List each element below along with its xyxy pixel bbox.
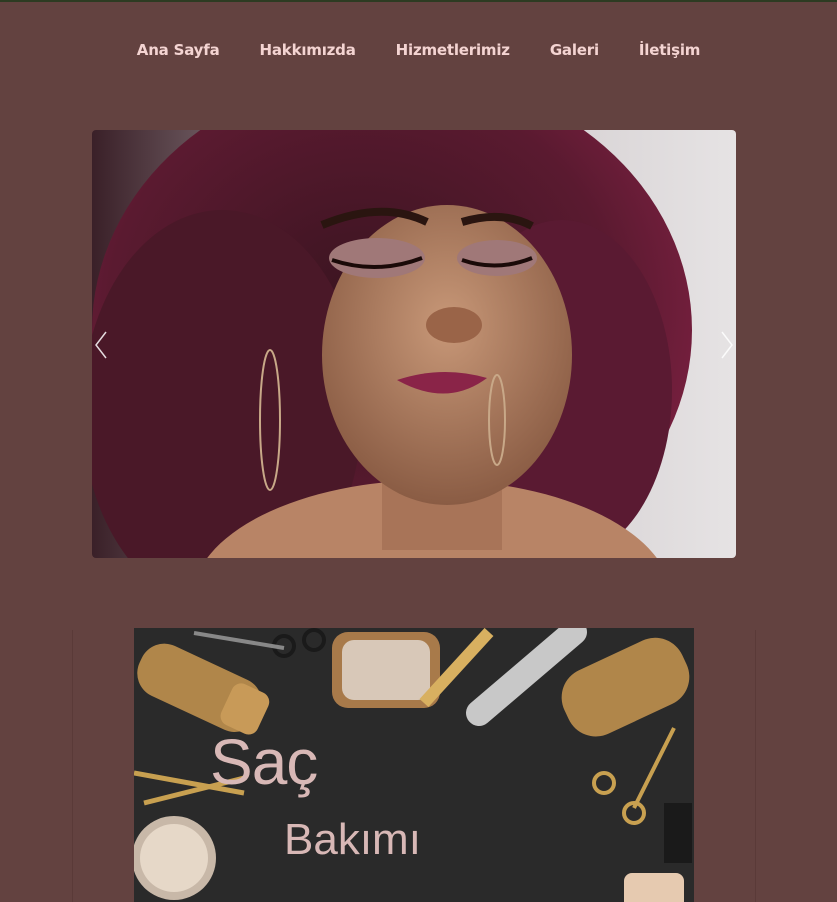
card-title-line2: Bakımı [284, 815, 421, 864]
hero-carousel[interactable] [92, 130, 736, 558]
nav-item-gallery[interactable]: Galeri [530, 41, 619, 59]
card-title-line1: Saç [210, 726, 318, 798]
chevron-left-icon[interactable] [92, 330, 112, 360]
hair-care-card-image[interactable]: Saç Bakımı [134, 628, 694, 902]
nav-item-about[interactable]: Hakkımızda [240, 41, 376, 59]
main-nav: Ana Sayfa Hakkımızda Hizmetlerimiz Galer… [0, 41, 837, 59]
nav-item-home[interactable]: Ana Sayfa [117, 41, 240, 59]
chevron-right-icon[interactable] [716, 330, 736, 360]
nav-item-services[interactable]: Hizmetlerimiz [376, 41, 530, 59]
hero-photo [92, 130, 736, 558]
nav-item-contact[interactable]: İletişim [619, 41, 720, 59]
